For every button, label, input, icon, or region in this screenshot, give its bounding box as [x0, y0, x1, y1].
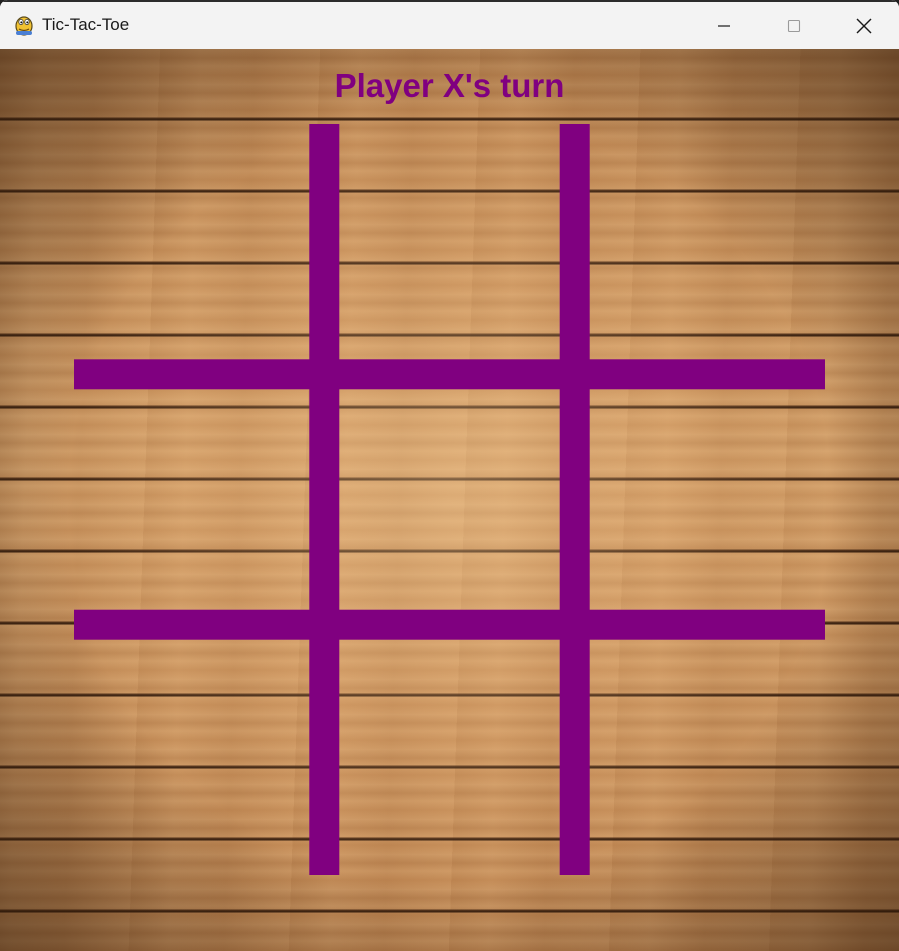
- minimize-icon: [718, 24, 730, 27]
- window-title: Tic-Tac-Toe: [42, 15, 130, 34]
- turn-status-text: Player X's turn: [334, 67, 565, 104]
- python-snake-icon: [15, 16, 33, 36]
- title-bar[interactable]: Tic-Tac-Toe: [0, 0, 899, 49]
- board-cell-r2-c2[interactable]: [324, 374, 574, 624]
- board-cell-r2-c3[interactable]: [575, 374, 825, 624]
- close-button[interactable]: [830, 2, 898, 49]
- game-canvas[interactable]: Player X's turn: [0, 49, 899, 951]
- maximize-button[interactable]: [760, 2, 828, 49]
- board-cell-r2-c1[interactable]: [74, 374, 324, 624]
- board-cell-r3-c2[interactable]: [324, 625, 574, 875]
- minimize-button[interactable]: [690, 2, 758, 49]
- app-window: Tic-Tac-Toe Player X's turn: [0, 0, 899, 951]
- board-cell-r3-c3[interactable]: [575, 625, 825, 875]
- board-cell-r3-c1[interactable]: [74, 625, 324, 875]
- close-icon: [856, 18, 872, 33]
- board-cell-r1-c1[interactable]: [74, 124, 324, 374]
- board-grid: [74, 124, 825, 875]
- maximize-icon: [787, 19, 801, 32]
- board-cell-r1-c3[interactable]: [575, 124, 825, 374]
- board-cell-r1-c2[interactable]: [324, 124, 574, 374]
